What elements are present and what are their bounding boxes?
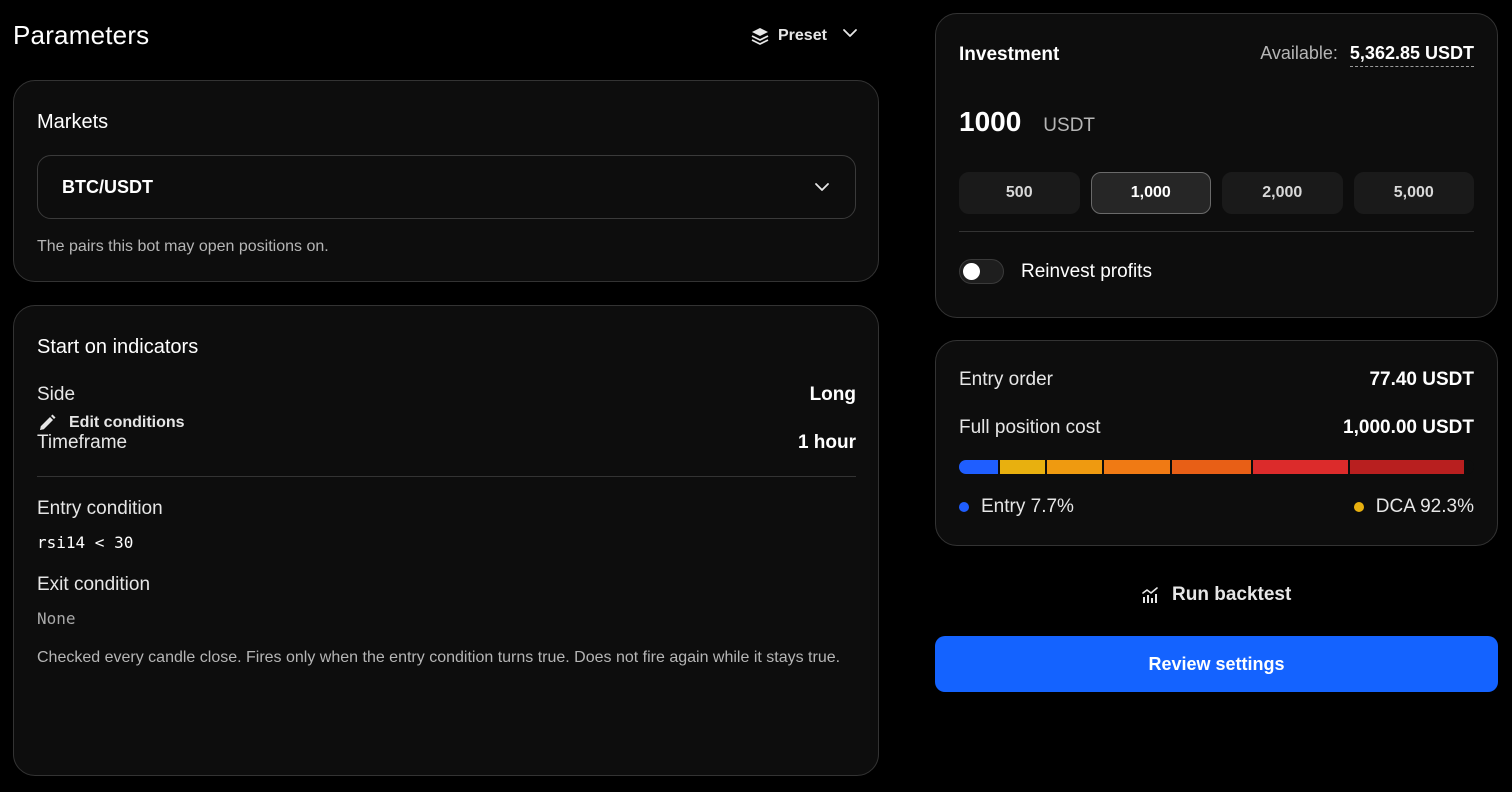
entry-condition-label: Entry condition bbox=[37, 498, 163, 519]
markets-title: Markets bbox=[37, 111, 109, 133]
allocation-segment bbox=[1171, 460, 1251, 474]
entry-order-row: Entry order 77.40 USDT bbox=[959, 369, 1474, 391]
divider bbox=[37, 476, 856, 477]
investment-card: Investment Available: 5,362.85 USDT 1000… bbox=[935, 13, 1498, 318]
allocation-legend: Entry 7.7% DCA 92.3% bbox=[959, 496, 1474, 518]
markets-hint: The pairs this bot may open positions on… bbox=[37, 238, 329, 255]
investment-amount[interactable]: 1000 USDT bbox=[959, 106, 1095, 138]
full-position-value: 1,000.00 USDT bbox=[1343, 417, 1474, 438]
toggle-knob bbox=[963, 263, 980, 280]
allocation-segment bbox=[1104, 460, 1170, 474]
allocation-segment bbox=[1047, 460, 1103, 474]
entry-order-value: 77.40 USDT bbox=[1369, 369, 1474, 390]
reinvest-label: Reinvest profits bbox=[1021, 260, 1152, 282]
chart-icon bbox=[1140, 585, 1160, 605]
full-position-label: Full position cost bbox=[959, 417, 1101, 438]
chevron-down-icon bbox=[813, 178, 831, 196]
market-select[interactable]: BTC/USDT bbox=[37, 155, 856, 219]
preset-label: Preset bbox=[778, 26, 827, 44]
start-title: Start on indicators bbox=[37, 336, 199, 358]
allocation-segment bbox=[1350, 460, 1464, 474]
preset-dropdown[interactable]: Preset bbox=[750, 24, 859, 47]
allocation-segment bbox=[1252, 460, 1349, 474]
legend-entry-label: Entry 7.7% bbox=[981, 496, 1074, 517]
entry-condition-value: rsi14 < 30 bbox=[37, 533, 134, 552]
order-summary-card: Entry order 77.40 USDT Full position cos… bbox=[935, 340, 1498, 546]
amount-chip-2000[interactable]: 2,000 bbox=[1222, 172, 1343, 214]
legend-entry: Entry 7.7% bbox=[959, 496, 1074, 518]
amount-value[interactable]: 1000 bbox=[959, 106, 1021, 138]
review-settings-button[interactable]: Review settings bbox=[935, 636, 1498, 692]
start-indicators-card: Start on indicators Side Long Timeframe … bbox=[13, 305, 879, 776]
markets-card: Markets BTC/USDT The pairs this bot may … bbox=[13, 80, 879, 282]
pencil-icon bbox=[37, 413, 57, 433]
side-label: Side bbox=[37, 384, 76, 405]
edit-conditions-label: Edit conditions bbox=[69, 414, 185, 431]
amount-currency: USDT bbox=[1043, 115, 1096, 136]
legend-dca-dot bbox=[1353, 502, 1364, 512]
amount-chip-500[interactable]: 500 bbox=[959, 172, 1080, 214]
amount-chip-5000[interactable]: 5,000 bbox=[1353, 172, 1474, 214]
allocation-segment bbox=[999, 460, 1045, 474]
page-title: Parameters bbox=[13, 20, 150, 50]
chevron-down-icon bbox=[841, 24, 859, 47]
amount-presets: 500 1,000 2,000 5,000 bbox=[959, 172, 1474, 214]
side-row: Side Long bbox=[37, 384, 856, 406]
available-value[interactable]: 5,362.85 USDT bbox=[1349, 43, 1474, 67]
divider bbox=[959, 231, 1474, 232]
legend-entry-dot bbox=[959, 502, 969, 512]
run-backtest-button[interactable]: Run backtest bbox=[1140, 584, 1291, 606]
timeframe-label: Timeframe bbox=[37, 432, 128, 453]
reinvest-toggle[interactable] bbox=[959, 259, 1004, 284]
market-select-value: BTC/USDT bbox=[62, 176, 153, 197]
allocation-segment bbox=[959, 460, 998, 474]
timeframe-row: Timeframe 1 hour bbox=[37, 432, 856, 454]
legend-dca: DCA 92.3% bbox=[1353, 496, 1474, 518]
timeframe-value: 1 hour bbox=[797, 432, 856, 453]
investment-title: Investment bbox=[959, 44, 1060, 65]
legend-dca-label: DCA 92.3% bbox=[1375, 496, 1474, 517]
exit-condition-value: None bbox=[37, 609, 76, 628]
conditions-hint: Checked every candle close. Fires only w… bbox=[37, 649, 841, 666]
entry-order-label: Entry order bbox=[959, 369, 1053, 390]
amount-chip-1000[interactable]: 1,000 bbox=[1090, 172, 1211, 214]
available-balance: Available: 5,362.85 USDT bbox=[1260, 43, 1474, 67]
allocation-bar bbox=[959, 460, 1474, 474]
exit-condition-label: Exit condition bbox=[37, 574, 151, 595]
layers-icon bbox=[750, 26, 770, 46]
reinvest-row: Reinvest profits bbox=[959, 259, 1152, 284]
edit-conditions-button[interactable]: Edit conditions bbox=[37, 413, 185, 433]
full-position-row: Full position cost 1,000.00 USDT bbox=[959, 417, 1474, 439]
run-backtest-label: Run backtest bbox=[1172, 584, 1292, 605]
side-value: Long bbox=[809, 384, 856, 405]
available-label: Available: bbox=[1260, 43, 1338, 63]
